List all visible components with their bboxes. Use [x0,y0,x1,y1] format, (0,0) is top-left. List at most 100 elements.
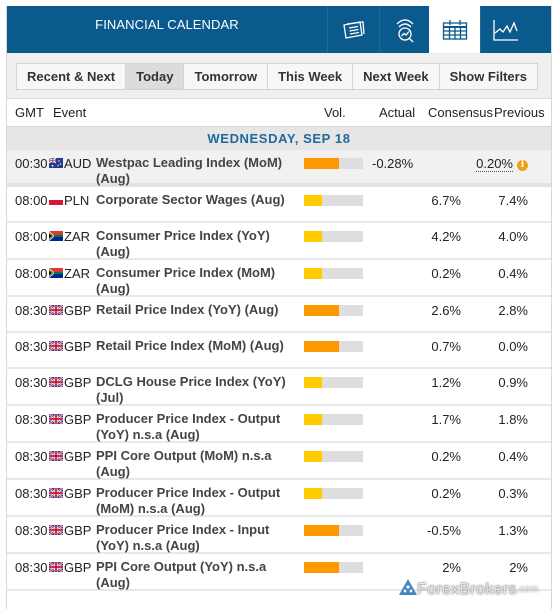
event-row[interactable]: 08:00 ZAR Consumer Price Index (YoY) (Aug)… [7,223,551,260]
filter-tomorrow-button[interactable]: Tomorrow [184,64,269,89]
day-header: WEDNESDAY, SEP 18 [7,127,551,150]
event-previous: 1.3% [498,523,528,538]
volatility-bar [304,341,363,352]
poland-flag-icon [49,195,63,205]
event-row[interactable]: 00:30 AUD Westpac Leading Index (MoM) (Aug… [7,150,551,187]
tab-chart[interactable] [480,6,530,53]
event-previous: 0.4% [498,449,528,464]
uk-flag-icon [49,341,63,351]
volatility-bar [304,377,363,388]
event-title[interactable]: Retail Price Index (YoY) (Aug) [96,302,296,318]
event-row[interactable]: 08:30 GBP Retail Price Index (MoM) (Aug) 0.… [7,333,551,369]
tab-news[interactable] [327,6,379,53]
volatility-bar [304,488,363,499]
south-africa-flag-icon [49,231,63,241]
event-title[interactable]: PPI Core Output (YoY) n.s.a (Aug) [96,559,296,591]
previous-value: 0.4% [498,266,528,281]
event-title[interactable]: Producer Price Index - Output (MoM) n.s.… [96,485,296,517]
event-title[interactable]: Producer Price Index - Input (YoY) n.s.a… [96,522,296,554]
event-title[interactable]: Corporate Sector Wages (Aug) [96,192,296,208]
filter-today-button[interactable]: Today [126,64,185,89]
events-list: 00:30 AUD Westpac Leading Index (MoM) (Aug… [7,150,551,591]
watermark-suffix: .com [516,584,539,595]
event-currency: GBP [64,560,92,575]
event-title[interactable]: Consumer Price Index (MoM) (Aug) [96,265,296,297]
event-consensus: 2% [442,560,461,575]
column-gmt[interactable]: GMT [15,105,44,120]
volatility-bar [304,305,363,316]
watermark-brand: ForexBrokers [417,580,517,598]
volatility-fill [304,525,340,536]
column-actual[interactable]: Actual [379,105,415,120]
volatility-bar [304,158,363,169]
event-currency: GBP [64,375,92,390]
event-title[interactable]: Retail Price Index (MoM) (Aug) [96,338,296,354]
volatility-fill [304,195,322,206]
market-analysis-icon [394,17,416,43]
previous-value: 1.8% [498,412,528,427]
tab-calendar[interactable] [429,6,480,53]
event-previous: 4.0% [498,229,528,244]
event-currency: ZAR [64,266,90,281]
event-consensus: 4.2% [431,229,461,244]
date-filter-group: Recent & Next Today Tomorrow This Week N… [16,63,538,90]
volatility-bar [304,268,363,279]
event-title[interactable]: DCLG House Price Index (YoY) (Jul) [96,374,296,406]
volatility-fill [304,268,322,279]
event-row[interactable]: 08:30 GBP Producer Price Index - Input (Yo… [7,517,551,554]
filter-recent-next-button[interactable]: Recent & Next [17,64,127,89]
filter-bar: Recent & Next Today Tomorrow This Week N… [7,53,551,99]
info-icon[interactable]: i [517,160,528,171]
calendar-icon [442,19,468,41]
volatility-bar [304,231,363,242]
event-consensus: 0.7% [431,339,461,354]
event-row[interactable]: 08:30 GBP Producer Price Index - Output (Y… [7,406,551,443]
event-time: 08:30 [15,303,48,318]
uk-flag-icon [49,451,63,461]
previous-value: 0.9% [498,375,528,390]
volatility-bar [304,525,363,536]
event-title[interactable]: PPI Core Output (MoM) n.s.a (Aug) [96,448,296,480]
filter-this-week-button[interactable]: This Week [268,64,354,89]
event-title[interactable]: Westpac Leading Index (MoM) (Aug) [96,155,296,187]
event-row[interactable]: 08:30 GBP DCLG House Price Index (YoY) (Ju… [7,369,551,406]
previous-value: 0.4% [498,449,528,464]
previous-value: 2% [509,560,528,575]
uk-flag-icon [49,414,63,424]
event-previous: 0.4% [498,266,528,281]
volatility-fill [304,488,322,499]
event-currency: GBP [64,339,92,354]
event-time: 08:30 [15,339,48,354]
event-time: 08:30 [15,449,48,464]
column-previous[interactable]: Previous [494,105,545,120]
event-row[interactable]: 08:30 GBP PPI Core Output (MoM) n.s.a (Aug… [7,443,551,480]
column-vol[interactable]: Vol. [324,105,346,120]
event-row[interactable]: 08:30 GBP Producer Price Index - Output (M… [7,480,551,517]
event-previous: 7.4% [498,193,528,208]
event-consensus: 1.2% [431,375,461,390]
forexbrokers-logo-icon [399,579,417,600]
show-filters-button[interactable]: Show Filters [439,64,537,89]
event-row[interactable]: 08:00 ZAR Consumer Price Index (MoM) (Aug)… [7,260,551,297]
filter-next-week-button[interactable]: Next Week [353,64,440,89]
previous-value[interactable]: 0.20% [476,156,513,172]
event-time: 08:30 [15,486,48,501]
volatility-fill [304,562,340,573]
event-row[interactable]: 08:30 GBP Retail Price Index (YoY) (Aug) 2.… [7,297,551,333]
tab-analysis[interactable] [379,6,429,53]
uk-flag-icon [49,525,63,535]
event-previous: 1.8% [498,412,528,427]
event-title[interactable]: Producer Price Index - Output (YoY) n.s.… [96,411,296,443]
event-time: 08:30 [15,523,48,538]
event-currency: GBP [64,486,92,501]
event-title[interactable]: Consumer Price Index (YoY) (Aug) [96,228,296,260]
column-consensus[interactable]: Consensus [428,105,493,120]
event-currency: AUD [64,156,92,171]
newspaper-icon [341,19,367,41]
volatility-fill [304,305,340,316]
event-time: 08:00 [15,193,48,208]
event-row[interactable]: 08:00 PLN Corporate Sector Wages (Aug) 6.7%… [7,187,551,223]
event-currency: PLN [64,193,90,208]
column-event[interactable]: Event [53,105,86,120]
event-consensus: -0.5% [427,523,461,538]
